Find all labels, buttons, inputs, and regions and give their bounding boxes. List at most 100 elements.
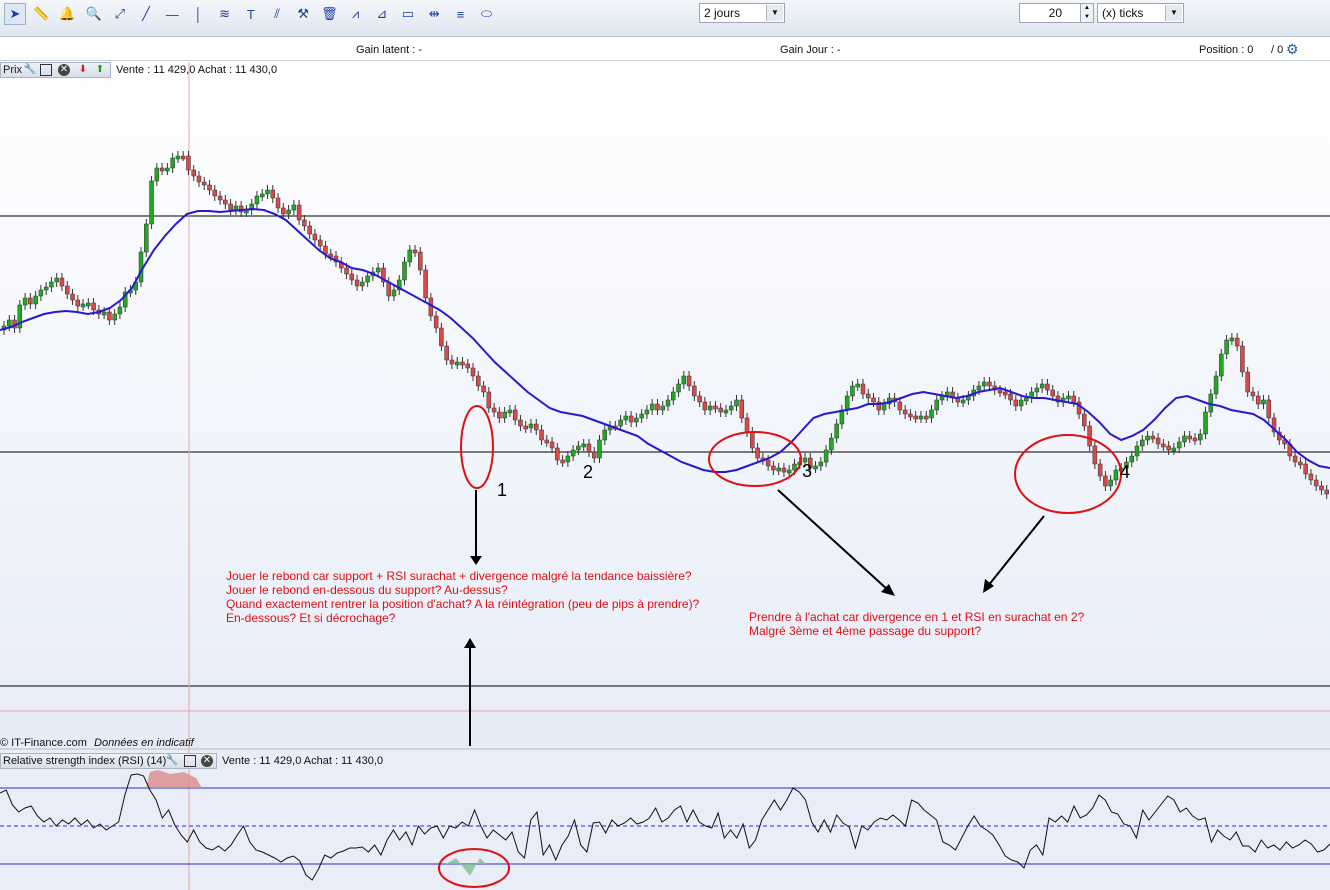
candle xyxy=(296,204,302,221)
candle xyxy=(259,193,265,198)
wrench-icon[interactable]: 🔧 xyxy=(23,63,37,77)
candle xyxy=(375,267,381,273)
candle xyxy=(1250,391,1256,397)
candle xyxy=(1108,479,1113,487)
candle xyxy=(1150,435,1156,440)
candle xyxy=(175,155,181,160)
candle xyxy=(1018,399,1024,407)
candle xyxy=(634,417,639,423)
candle xyxy=(22,297,28,306)
window-icon[interactable] xyxy=(184,755,196,767)
watermark-source: © IT-Finance.com xyxy=(0,737,87,749)
price-panel-quote: Vente : 11 429,0 Achat : 11 430,0 xyxy=(116,64,278,76)
candle xyxy=(1034,387,1040,393)
candle xyxy=(54,277,59,283)
candle xyxy=(101,311,107,316)
candle xyxy=(418,251,423,271)
candle xyxy=(33,295,38,305)
rsi-panel-quote: Vente : 11 429,0 Achat : 11 430,0 xyxy=(222,755,384,767)
candle xyxy=(170,157,175,169)
candle xyxy=(1266,399,1272,419)
candle xyxy=(196,175,202,183)
candle xyxy=(1219,353,1224,377)
candle xyxy=(1187,435,1192,440)
candle xyxy=(275,197,281,209)
candle xyxy=(655,403,660,411)
candle xyxy=(591,451,597,459)
left-note-line-1: Jouer le rebond car support + RSI surach… xyxy=(226,569,692,583)
candle xyxy=(1198,433,1203,441)
candle xyxy=(839,409,845,425)
candle xyxy=(908,413,913,418)
candle xyxy=(829,437,834,451)
candle xyxy=(686,375,692,387)
candle xyxy=(1092,445,1098,465)
price-panel-header: Prix 🔧 ✕ ⬇ ⬆ Vente : 11 429,0 Achat : 11… xyxy=(0,62,400,78)
candle xyxy=(412,249,418,254)
candle xyxy=(281,207,286,215)
candle xyxy=(1008,393,1013,401)
candle xyxy=(1039,383,1045,389)
candle xyxy=(302,219,307,227)
candle xyxy=(1145,435,1150,441)
candle xyxy=(180,155,186,160)
candle xyxy=(718,407,723,413)
candle xyxy=(923,415,929,420)
candle xyxy=(502,411,507,419)
candle xyxy=(1319,485,1324,491)
candle xyxy=(191,169,196,177)
candle xyxy=(165,167,170,172)
candle xyxy=(470,367,476,377)
candle xyxy=(855,383,860,388)
candle xyxy=(202,181,207,186)
candle xyxy=(671,391,676,401)
candle xyxy=(312,233,318,241)
candle xyxy=(676,383,681,393)
window-icon[interactable] xyxy=(40,64,52,76)
marker-2: 2 xyxy=(583,462,593,482)
candle xyxy=(1066,395,1071,400)
candle xyxy=(1155,437,1161,445)
candle xyxy=(518,419,523,427)
candle xyxy=(223,199,228,205)
candle xyxy=(449,359,455,365)
close-icon[interactable]: ✕ xyxy=(58,64,70,76)
candle xyxy=(1103,475,1108,487)
candle xyxy=(1298,461,1303,466)
price-panel-label: Prix xyxy=(3,64,22,76)
move-down-icon[interactable]: ⬇ xyxy=(76,63,90,77)
candle xyxy=(1176,441,1182,449)
left-note-line-4: En-dessous? Et si décrochage? xyxy=(226,611,396,625)
candle xyxy=(80,303,86,308)
move-up-icon[interactable]: ⬆ xyxy=(93,63,107,77)
candle xyxy=(555,447,560,461)
candle xyxy=(639,413,644,419)
candle xyxy=(834,423,839,439)
candle xyxy=(539,429,544,441)
candle xyxy=(512,409,518,421)
candle xyxy=(1071,395,1077,403)
wrench-icon[interactable]: 🔧 xyxy=(165,754,179,768)
candle xyxy=(981,381,987,387)
candle xyxy=(154,167,160,182)
candle xyxy=(1203,411,1208,435)
candle xyxy=(623,415,629,421)
candle xyxy=(1303,463,1308,475)
candle xyxy=(1082,413,1087,427)
candle xyxy=(534,423,539,431)
candle xyxy=(570,449,576,457)
candle xyxy=(739,399,745,419)
candle xyxy=(702,401,708,411)
candle xyxy=(960,399,966,404)
candle xyxy=(1208,393,1214,413)
candle xyxy=(628,415,634,423)
candle xyxy=(976,385,982,391)
candle xyxy=(307,225,312,235)
candle xyxy=(344,267,349,275)
candle xyxy=(59,277,65,287)
close-icon[interactable]: ✕ xyxy=(201,755,213,767)
candle xyxy=(1240,345,1245,373)
candle xyxy=(723,409,729,414)
candle xyxy=(465,363,470,369)
candle xyxy=(1050,389,1055,397)
